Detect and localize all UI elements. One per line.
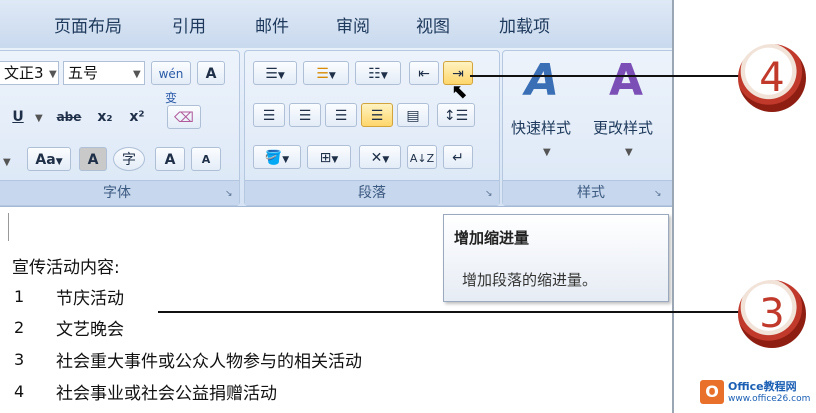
callout-badge: 4: [738, 44, 806, 112]
callout-badge: 3: [738, 280, 806, 348]
callout-lines: [158, 75, 742, 313]
watermark-brand: Office教程网: [728, 380, 797, 393]
callout-number: 4: [759, 55, 785, 101]
office-logo-icon: O: [700, 380, 724, 404]
watermark-url: www.office26.com: [728, 394, 811, 404]
office-watermark-logo: O Office教程网 www.office26.com: [700, 378, 816, 410]
callout-number: 3: [759, 291, 785, 337]
